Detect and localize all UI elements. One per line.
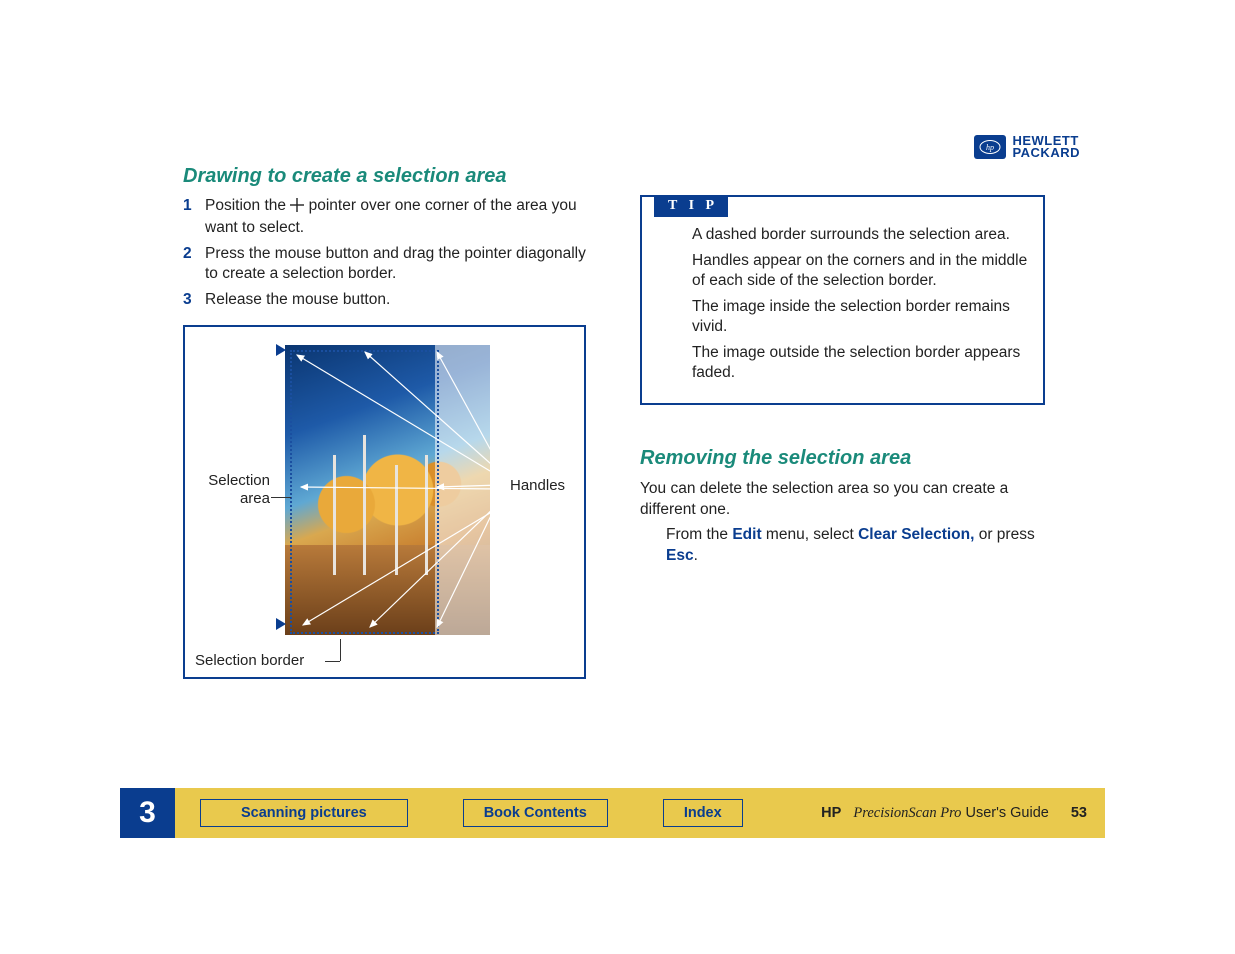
tip-label: T I P <box>654 195 728 217</box>
step-1-number: 1 <box>183 196 195 238</box>
step-3: 3 Release the mouse button. <box>183 290 588 310</box>
step-2: 2 Press the mouse button and drag the po… <box>183 244 588 284</box>
callout-handles: Handles <box>510 477 565 495</box>
scanning-pictures-button[interactable]: Scanning pictures <box>200 799 408 827</box>
crosshair-icon <box>290 198 304 218</box>
step-1: 1 Position the pointer over one corner o… <box>183 196 588 238</box>
remove-intro: You can delete the selection area so you… <box>640 478 1045 520</box>
remove-instruction: From the Edit menu, select Clear Selecti… <box>640 524 1045 566</box>
guide-title: HP PrecisionScan Pro User's Guide 53 <box>821 805 1087 822</box>
callout-selection-border: Selection border <box>195 652 304 670</box>
selection-diagram: Selection area Handles Selection border <box>183 325 586 679</box>
chapter-number: 3 <box>120 788 175 838</box>
page-footer: 3 Scanning pictures Book Contents Index … <box>120 788 1105 838</box>
callout-selection-area: Selection area <box>190 472 270 508</box>
heading-removing: Removing the selection area <box>640 447 1045 470</box>
kw-esc: Esc <box>666 547 694 564</box>
kw-edit: Edit <box>732 526 761 543</box>
marker-icon <box>276 618 286 630</box>
heading-drawing: Drawing to create a selection area <box>183 165 588 188</box>
sample-photo <box>285 345 490 635</box>
tip-4: The image outside the selection border a… <box>692 343 1029 383</box>
step-2-text: Press the mouse button and drag the poin… <box>205 244 588 284</box>
hp-badge-icon: hp <box>974 135 1006 159</box>
step-3-number: 3 <box>183 290 195 310</box>
hp-logo: hp HEWLETT PACKARD <box>974 135 1080 159</box>
step-1-text: Position the pointer over one corner of … <box>205 196 588 238</box>
page-number: 53 <box>1071 805 1087 821</box>
tip-3: The image inside the selection border re… <box>692 297 1029 337</box>
marker-icon <box>276 344 286 356</box>
kw-clear-selection: Clear Selection, <box>858 526 974 543</box>
tip-box: T I P A dashed border surrounds the sele… <box>640 195 1045 405</box>
tip-1: A dashed border surrounds the selection … <box>692 225 1029 245</box>
svg-text:hp: hp <box>986 143 994 152</box>
logo-text-2: PACKARD <box>1012 147 1080 159</box>
step-3-text: Release the mouse button. <box>205 290 390 310</box>
book-contents-button[interactable]: Book Contents <box>463 799 608 827</box>
index-button[interactable]: Index <box>663 799 743 827</box>
tip-2: Handles appear on the corners and in the… <box>692 251 1029 291</box>
steps-list: 1 Position the pointer over one corner o… <box>183 196 588 310</box>
step-2-number: 2 <box>183 244 195 284</box>
